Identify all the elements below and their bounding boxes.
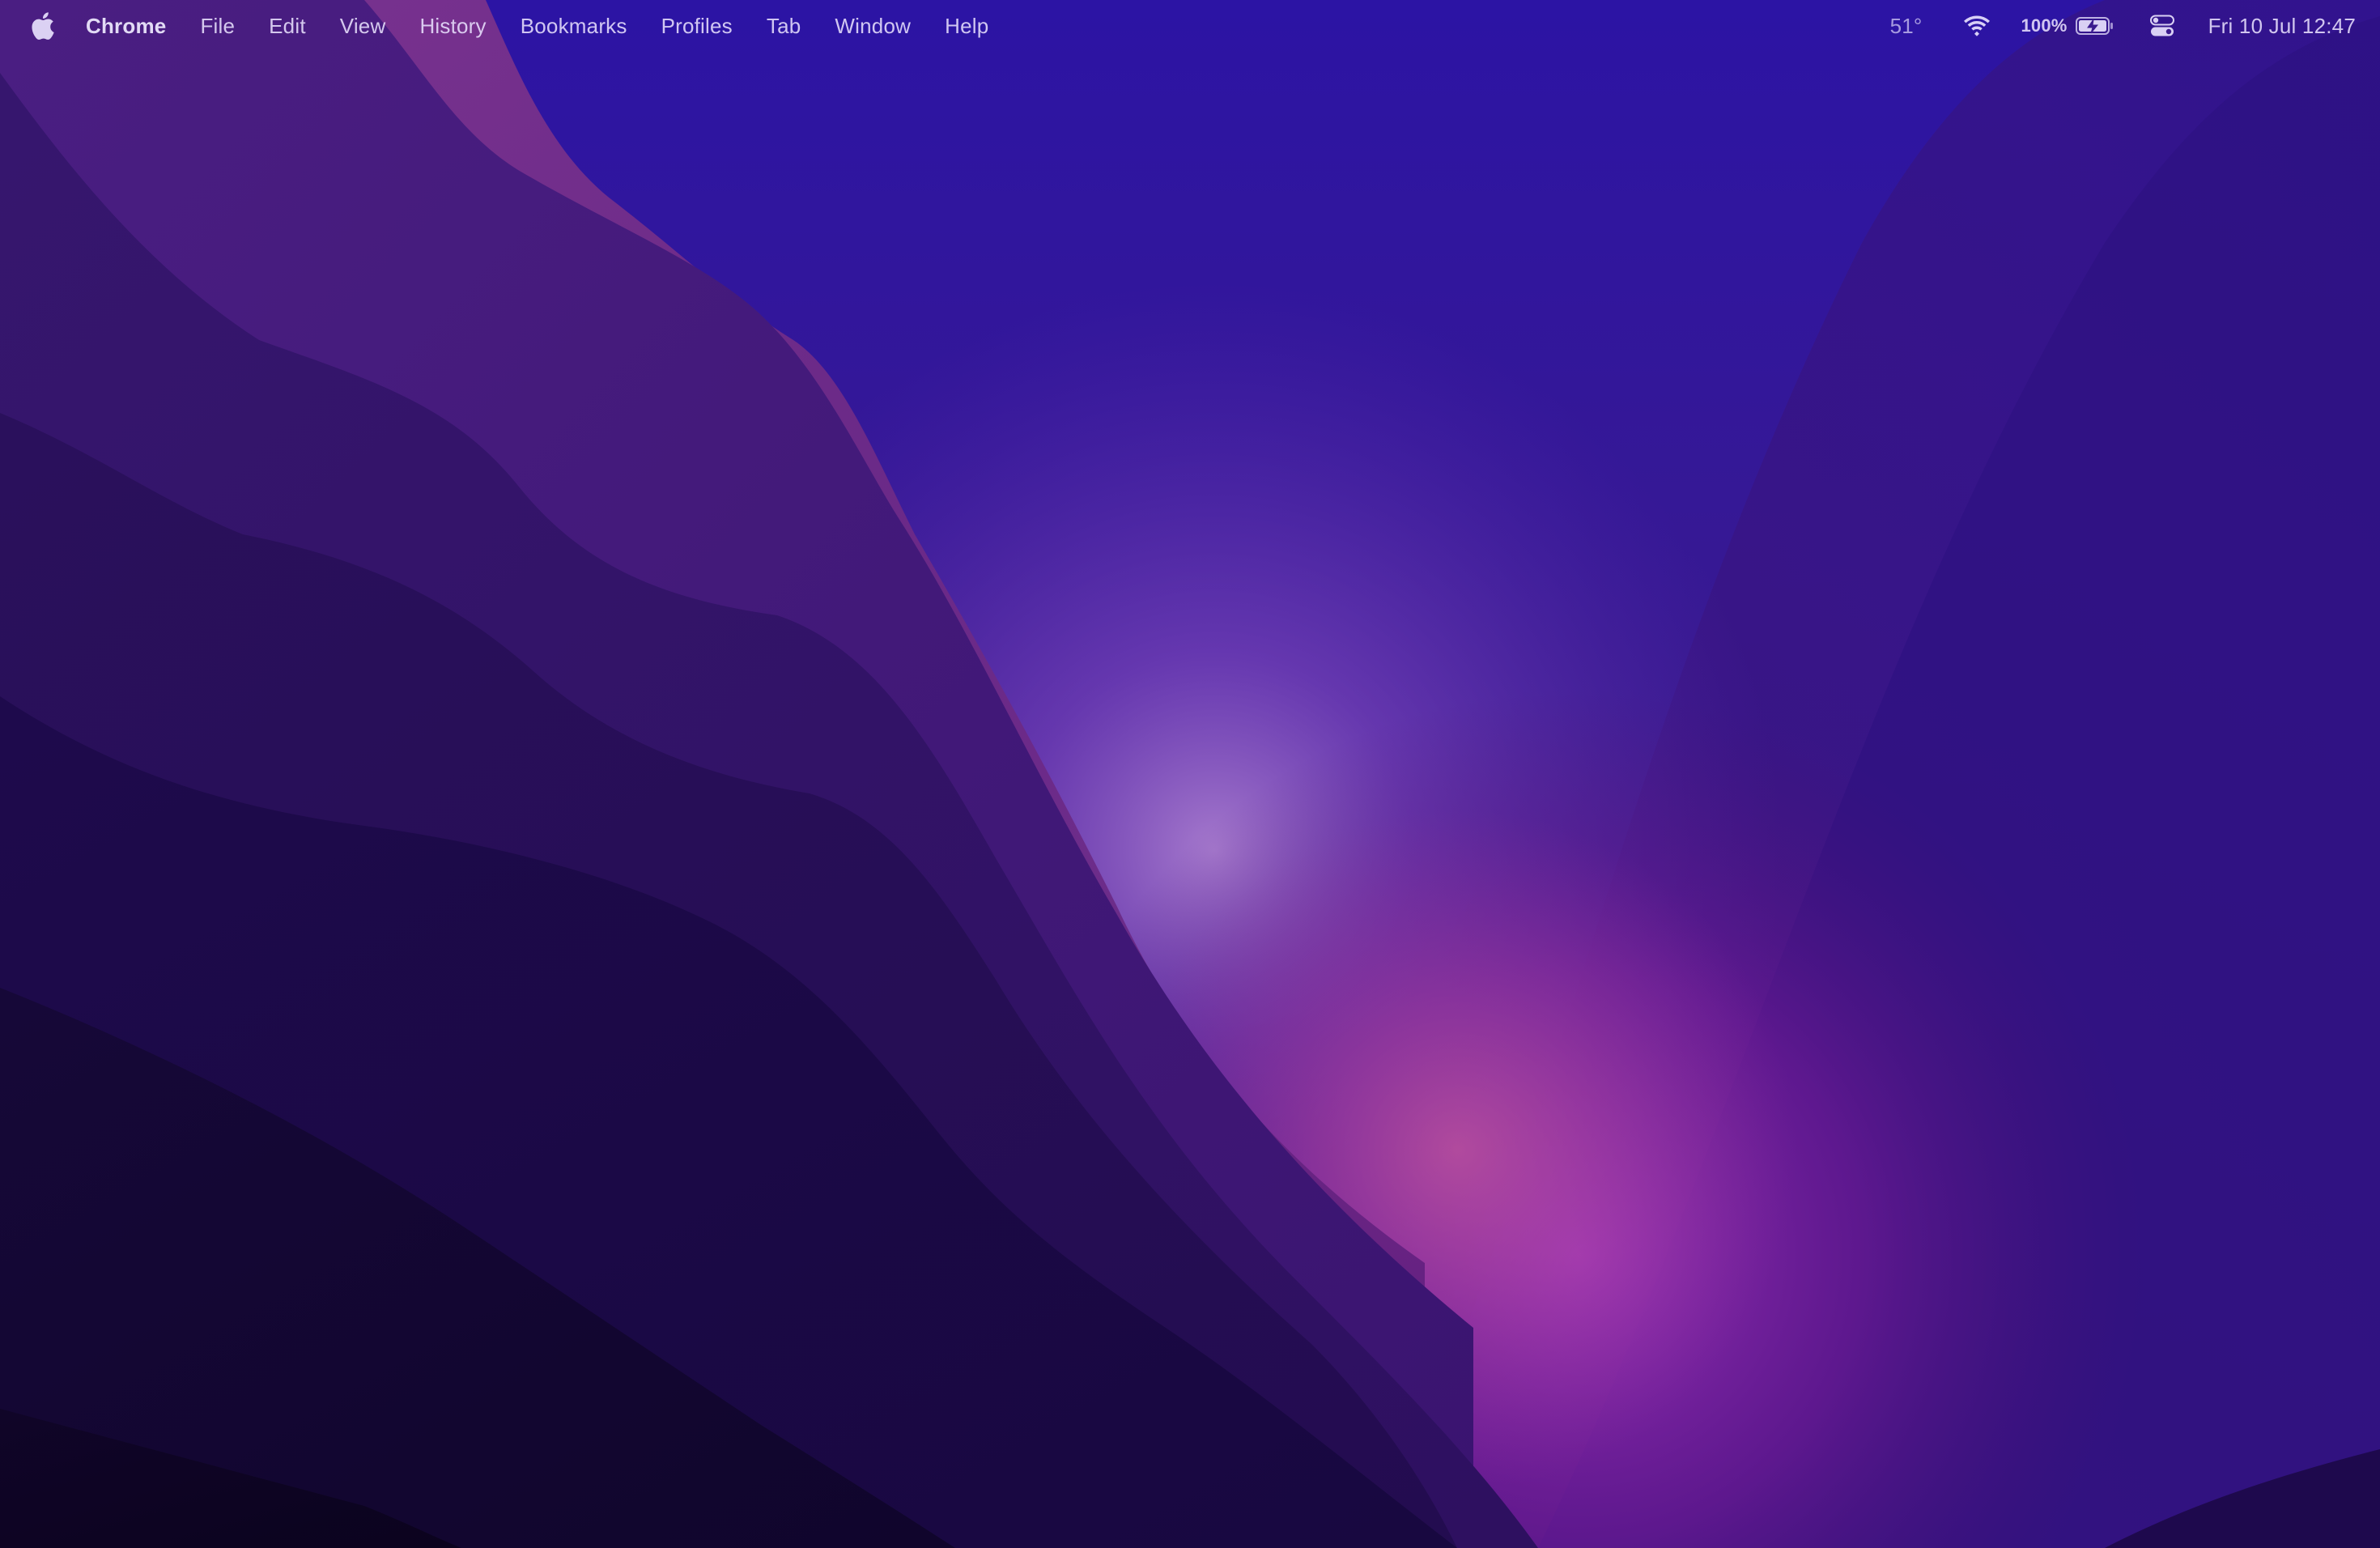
date-time-clock[interactable]: Fri 10 Jul 12:47 <box>2208 0 2356 52</box>
weather-status[interactable]: 51° <box>1890 0 1923 52</box>
menu-edit[interactable]: Edit <box>252 0 323 52</box>
menu-profiles[interactable]: Profiles <box>644 0 750 52</box>
menu-history[interactable]: History <box>402 0 503 52</box>
desktop-wallpaper <box>0 0 2380 1548</box>
menu-help[interactable]: Help <box>928 0 1005 52</box>
battery-percent[interactable]: 100% <box>2021 0 2068 52</box>
menu-bar-left: Chrome File Edit View History Bookmarks … <box>31 0 1005 52</box>
apple-logo-icon[interactable] <box>31 12 55 40</box>
menu-bar-status: 51° 100% Fri 10 Jul 12:47 <box>1890 0 2356 52</box>
control-center-icon[interactable] <box>2149 0 2174 52</box>
menu-tab[interactable]: Tab <box>750 0 818 52</box>
menu-bookmarks[interactable]: Bookmarks <box>504 0 644 52</box>
wifi-icon[interactable] <box>1963 0 1991 52</box>
menu-file[interactable]: File <box>183 0 252 52</box>
menu-app-name[interactable]: Chrome <box>86 0 183 52</box>
menu-bar: Chrome File Edit View History Bookmarks … <box>0 0 2380 52</box>
desktop: Chrome File Edit View History Bookmarks … <box>0 0 2380 1548</box>
menu-window[interactable]: Window <box>818 0 928 52</box>
menu-view[interactable]: View <box>323 0 403 52</box>
battery-charging-icon[interactable] <box>2075 0 2114 52</box>
